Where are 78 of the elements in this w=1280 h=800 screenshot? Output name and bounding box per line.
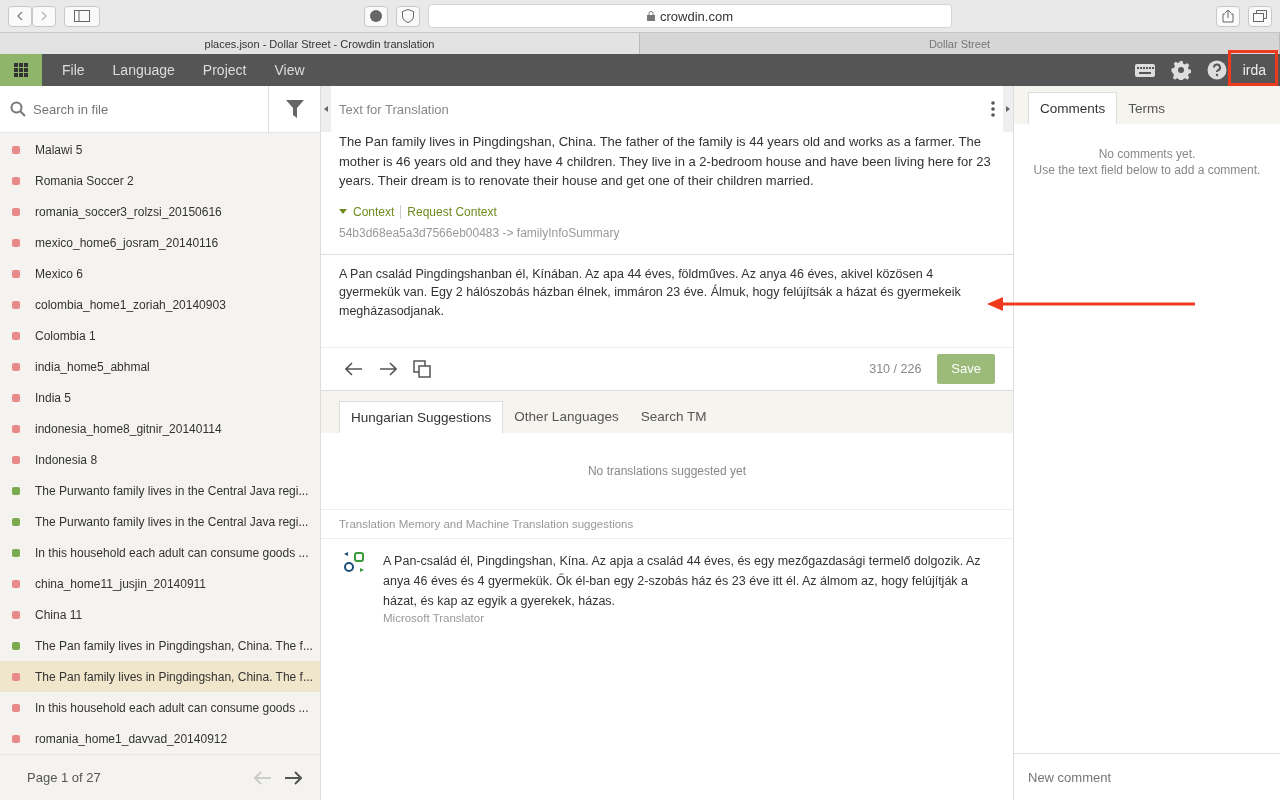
character-counter: 310 / 226 [869,361,922,376]
browser-tab[interactable]: places.json - Dollar Street - Crowdin translation [0,33,640,54]
page-indicator: Page 1 of 27 [27,770,101,785]
string-list-item[interactable]: Colombia 1 [0,320,320,351]
string-list-item[interactable]: india_home5_abhmal [0,351,320,382]
string-list-item[interactable]: The Pan family lives in Pingdingshan, China. The f... [0,630,320,661]
panel-heading: Text for Translation [339,101,449,117]
search-icon [10,101,26,117]
string-list-item[interactable]: In this household each adult can consume goods ... [0,537,320,568]
apps-button[interactable] [0,54,42,86]
string-list-item[interactable]: The Purwanto family lives in the Central Java regi... [0,506,320,537]
filter-icon [285,100,304,118]
settings-icon[interactable] [1170,60,1191,80]
address-bar[interactable]: crowdin.com [428,4,952,28]
back-icon [17,11,23,21]
panel-tab[interactable]: Comments [1028,92,1118,124]
suggestion-source: Microsoft Translator [383,611,485,624]
copy-source-icon[interactable] [413,359,431,378]
source-text: The Pan family lives in Pingdingshan, China. The father of the family is 44 years old and works as a farmer. The mother is 46 years old and they have 4 children. They live in a 2-bedroom house and have been living here for 23 years. Their dream is to renovate their house and get one of their children married. [339,133,992,190]
forward-icon [41,11,47,21]
panel-tab[interactable]: Terms [1117,92,1176,124]
empty-message: No translations suggested yet [587,463,747,478]
empty-message: Use the text field below to add a comment. [1033,162,1261,178]
string-list-item[interactable]: Mexico 6 [0,258,320,289]
string-list-item[interactable]: China 11 [0,599,320,630]
empty-message: No comments yet. [1098,146,1196,162]
caret-icon [1006,106,1010,112]
suggestion-tab[interactable]: Hungarian Suggestions [339,400,504,433]
highlight-box [1228,50,1278,86]
menu-item[interactable]: Project [188,54,261,86]
tabs-button[interactable] [1248,5,1272,27]
string-list-item[interactable]: Romania Soccer 2 [0,165,320,196]
menu-item[interactable]: View [260,54,319,86]
lock-icon [647,11,655,21]
string-list-item[interactable]: In this household each adult can consume goods ... [0,692,320,723]
next-arrow-icon[interactable] [284,770,302,785]
request-context-link[interactable]: Request Context [407,204,497,219]
more-icon[interactable] [991,101,995,117]
context-toggle[interactable]: Context [353,204,402,219]
grid-icon [14,63,28,77]
string-key: 54b3d68ea5a3d7566eb00483 -> familyInfoSummary [339,225,995,240]
sidebar-icon [74,10,90,22]
translation-field[interactable]: A Pan család Pingdingshanban él, Kínában. Az apa 44 éves, földműves. Az anya 46 éves, akivel közösen 4 gyermekük van. Egy 2 hálószobás házban élnek, immáron 23 éve. Álmuk, hogy felújítsák a házat és gyermekeik megházasodjanak. [339,264,1013,347]
next-arrow-icon[interactable] [379,361,397,376]
string-list-item[interactable]: Indonesia 8 [0,444,320,475]
string-list-item[interactable]: The Pan family lives in Pingdingshan, China. The f... [0,661,320,692]
string-list-item[interactable]: Malawi 5 [0,134,320,165]
tabs-icon [1253,10,1267,22]
collapse-right-handle[interactable] [1003,86,1013,132]
menu-item[interactable]: File [48,54,99,86]
extension-button[interactable] [364,5,388,27]
help-icon[interactable] [1206,60,1227,80]
string-list-item[interactable]: indonesia_home8_gitnir_20140114 [0,413,320,444]
search-field[interactable]: Search in file [0,86,268,133]
suggestion-text: A Pan-család él, Pingdingshan, Kína. Az apja a család 44 éves, és egy mezőgazdasági termelő dolgozik. Az anya 46 éves és 4 gyermekük. Ők él-ban egy 2-szobás ház és 23 éve itt él. Az álmom az, hogy felújítják a házat, és kap az egyik a gyerekek, házas. [383,552,982,610]
string-list-item[interactable]: mexico_home6_josram_20140116 [0,227,320,258]
share-icon [1222,9,1234,23]
string-list-item[interactable]: The Purwanto family lives in the Central Java regi... [0,475,320,506]
previous-arrow-icon[interactable] [345,361,363,376]
user-menu[interactable]: irda [1234,54,1280,86]
suggestion-tab[interactable]: Search TM [629,400,718,433]
string-list-item[interactable]: romania_soccer3_rolzsi_20150616 [0,196,320,227]
string-list-item[interactable]: colombia_home1_zoriah_20140903 [0,289,320,320]
string-list-item[interactable]: romania_home1_davvad_20140912 [0,723,320,754]
section-heading: Translation Memory and Machine Translation suggestions [339,517,634,530]
suggestion-tab[interactable]: Other Languages [503,400,630,433]
filter-button[interactable] [268,86,320,133]
caret-icon [324,106,328,112]
shield-button[interactable] [396,5,420,27]
shield-icon [402,9,414,23]
keyboard-icon[interactable] [1134,63,1155,77]
menu-item[interactable]: Language [98,54,189,86]
translate-icon [343,550,365,573]
string-list-item[interactable]: India 5 [0,382,320,413]
collapse-left-handle[interactable] [321,86,331,132]
sidebar-toggle-button[interactable] [64,5,100,27]
string-list-item[interactable]: china_home11_jusjin_20140911 [0,568,320,599]
caret-icon [339,209,347,214]
